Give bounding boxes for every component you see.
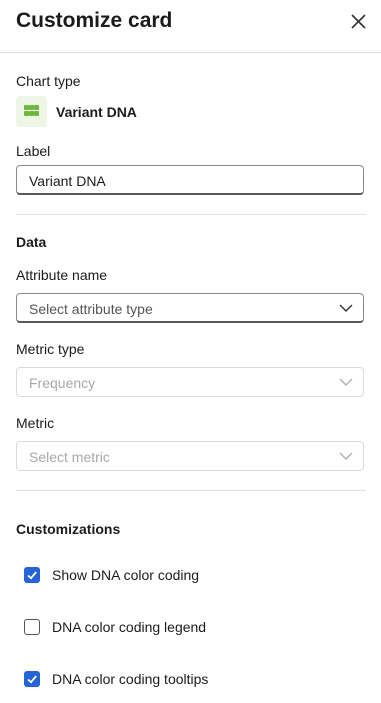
attribute-name-dropdown[interactable]: Select attribute type xyxy=(16,293,364,323)
label-input-value: Variant DNA xyxy=(29,173,106,189)
checkbox-checked[interactable] xyxy=(24,671,40,687)
checkmark-icon xyxy=(27,675,37,684)
checkbox-checked[interactable] xyxy=(24,567,40,583)
chevron-down-icon xyxy=(339,304,353,312)
attribute-name-placeholder: Select attribute type xyxy=(29,301,153,317)
checkbox-label: DNA color coding legend xyxy=(52,619,207,635)
divider xyxy=(16,490,366,491)
close-icon[interactable] xyxy=(346,9,372,35)
label-input[interactable]: Variant DNA xyxy=(16,165,364,195)
metric-type-dropdown[interactable]: Frequency xyxy=(16,367,364,397)
metric-type-label: Metric type xyxy=(16,341,85,357)
chart-type-label: Chart type xyxy=(16,73,81,89)
label-field-label: Label xyxy=(16,143,51,159)
metric-label: Metric xyxy=(16,415,55,431)
metric-placeholder: Select metric xyxy=(29,449,110,465)
panel-title: Customize card xyxy=(16,9,173,32)
chevron-down-icon xyxy=(339,452,353,460)
chevron-down-icon xyxy=(339,378,353,386)
chart-type-value: Variant DNA xyxy=(56,104,137,120)
metric-dropdown[interactable]: Select metric xyxy=(16,441,364,471)
panel-header: Customize card xyxy=(0,0,381,53)
checkbox-label: DNA color coding tooltips xyxy=(52,671,209,687)
checkbox-unchecked[interactable] xyxy=(24,619,40,635)
attribute-name-label: Attribute name xyxy=(16,267,108,283)
data-section-heading: Data xyxy=(16,234,47,250)
checkmark-icon xyxy=(27,571,37,580)
divider xyxy=(16,214,366,215)
grid-dots-icon xyxy=(16,96,47,127)
metric-type-placeholder: Frequency xyxy=(29,375,96,391)
customizations-heading: Customizations xyxy=(16,521,121,537)
checkbox-label: Show DNA color coding xyxy=(52,567,200,583)
